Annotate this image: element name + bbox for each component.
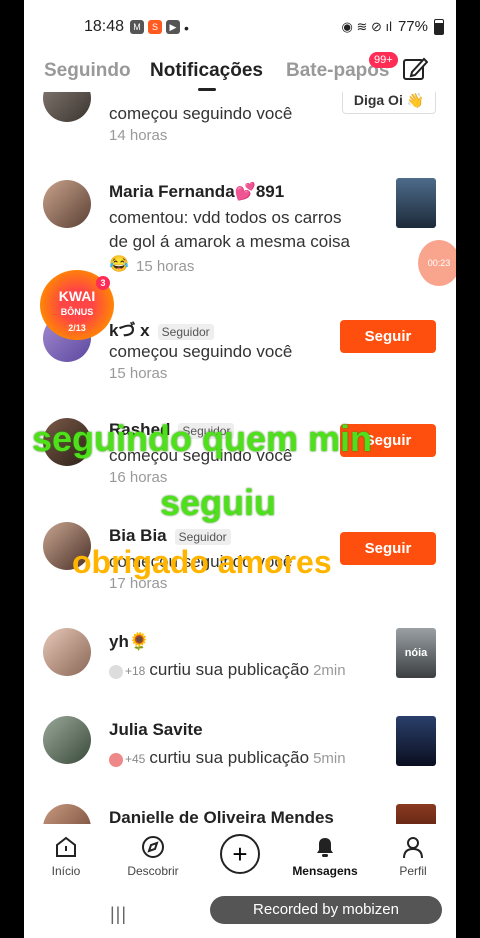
nav-home[interactable]: Início — [26, 834, 106, 878]
list-item[interactable]: yh🌻 +18 curtiu sua publicação 2min nóia — [24, 628, 456, 718]
nav-messages[interactable]: Mensagens — [285, 834, 365, 878]
list-item[interactable]: Julia Savite +45 curtiu sua publicação 5mi… — [24, 716, 456, 806]
status-app-icons: M S ▶ • — [130, 20, 189, 36]
avatar[interactable] — [43, 180, 91, 228]
kwai-subtitle: BÔNUS — [60, 307, 94, 317]
tab-following[interactable]: Seguindo — [44, 60, 131, 82]
nav-profile[interactable]: Perfil — [373, 834, 453, 878]
likers-count: +18 — [125, 664, 146, 678]
avatar[interactable] — [43, 92, 91, 122]
nav-home-label: Início — [51, 864, 81, 878]
app-m-icon: M — [130, 20, 144, 34]
kwai-title: KWAI — [58, 288, 96, 304]
liker-avatar — [109, 664, 123, 679]
compose-icon[interactable] — [402, 56, 428, 82]
emoji-icon: 😂 — [109, 256, 129, 273]
mobizen-record-bubble[interactable]: 00:23 — [418, 240, 456, 286]
recent-apps-button[interactable]: ||| — [110, 904, 127, 925]
active-tab-indicator — [198, 88, 216, 91]
overlay-text-green-1: seguindo quem min — [32, 418, 373, 459]
bottom-nav: Início Descobrir + Mensagens Perfil — [24, 824, 456, 890]
comment-line-2: de gol á amarok a mesma coisa — [109, 232, 350, 251]
post-thumbnail[interactable] — [396, 804, 436, 824]
nav-discover-label: Descobrir — [127, 864, 179, 878]
liker-avatar — [109, 752, 123, 767]
notification-text: começou seguindo você — [109, 104, 293, 123]
list-item[interactable]: Danielle de Oliveira Mendes — [24, 804, 456, 824]
user-name[interactable]: Danielle de Oliveira Mendes — [109, 808, 334, 824]
chats-badge: 99+ — [369, 52, 398, 68]
user-name-text: Bia Bia — [109, 526, 167, 545]
list-item[interactable]: começou seguindo você 14 horas Diga Oi 👋 — [24, 92, 456, 172]
post-thumbnail[interactable]: nóia — [396, 628, 436, 678]
notification-time: 15 horas — [136, 258, 195, 275]
notification-time: 15 horas — [109, 365, 168, 382]
home-icon — [56, 836, 76, 857]
notification-time: 5min — [313, 750, 346, 767]
avatar[interactable] — [43, 804, 91, 824]
user-name[interactable]: kづ x Seguidor — [109, 316, 214, 341]
bell-icon — [317, 838, 333, 857]
status-dot: • — [184, 20, 189, 36]
follower-tag: Seguidor — [157, 323, 214, 340]
tab-notifications[interactable]: Notificações — [150, 60, 263, 82]
battery-icon — [434, 18, 444, 35]
youtube-icon: ▶ — [166, 20, 180, 34]
kwai-bonus-widget[interactable]: 3 KWAI BÔNUS 2/13 — [40, 270, 114, 340]
status-bar: 18:48 M S ▶ • ◉ ≋ ⊘ ıl 77% — [24, 0, 456, 52]
kwai-progress: 2/13 — [68, 323, 86, 333]
likers-group: +18 — [109, 664, 145, 679]
app-s-icon: S — [148, 20, 162, 34]
notification-time: 16 horas — [109, 469, 168, 486]
overlay-text-green-2: seguiu — [160, 482, 277, 523]
nav-messages-label: Mensagens — [292, 864, 358, 878]
say-hi-button[interactable]: Diga Oi 👋 — [342, 92, 436, 114]
battery-percent: 77% — [397, 18, 428, 35]
like-line: +45 curtiu sua publicação 5min — [109, 748, 346, 768]
post-thumbnail[interactable] — [396, 716, 436, 766]
create-button[interactable]: + — [220, 834, 260, 874]
status-right: ◉ ≋ ⊘ ıl 77% — [341, 18, 444, 35]
notification-time: 2min — [313, 662, 346, 679]
avatar[interactable] — [43, 716, 91, 764]
nav-profile-label: Perfil — [399, 864, 427, 878]
notification-time: 14 horas — [109, 127, 168, 144]
follow-button[interactable]: Seguir — [340, 532, 436, 565]
notification-text: curtiu sua publicação — [149, 748, 310, 767]
kwai-count-badge: 3 — [96, 276, 110, 290]
status-signal-icons: ◉ ≋ ⊘ ıl — [341, 18, 392, 34]
likers-group: +45 — [109, 752, 145, 767]
user-name[interactable]: Julia Savite — [109, 720, 203, 740]
overlay-text-orange: obrigado amores — [72, 544, 332, 580]
user-name-text: kづ x — [109, 321, 150, 340]
recorded-by-watermark: Recorded by mobizen — [210, 896, 442, 924]
follow-button[interactable]: Seguir — [340, 320, 436, 353]
likers-count: +45 — [125, 752, 146, 766]
avatar[interactable] — [43, 628, 91, 676]
like-line: +18 curtiu sua publicação 2min — [109, 660, 346, 680]
list-item[interactable]: Maria Fernanda💕891 comentou: vdd todos o… — [24, 176, 456, 286]
phone-screen: 18:48 M S ▶ • ◉ ≋ ⊘ ıl 77% Seguindo Noti… — [24, 0, 456, 938]
user-name[interactable]: Maria Fernanda💕891 — [109, 182, 284, 202]
system-nav-bar: ||| Recorded by mobizen — [24, 890, 456, 938]
status-time: 18:48 — [84, 18, 125, 35]
notification-text: começou seguindo você — [109, 342, 293, 361]
profile-icon — [403, 837, 423, 859]
post-thumbnail[interactable] — [396, 178, 436, 228]
user-name[interactable]: yh🌻 — [109, 632, 150, 652]
nav-discover[interactable]: Descobrir — [113, 834, 193, 878]
user-name[interactable]: Bia Bia Seguidor — [109, 526, 231, 546]
notification-text: curtiu sua publicação — [149, 660, 310, 679]
comment-line-1: comentou: vdd todos os carros — [109, 208, 342, 227]
follower-tag: Seguidor — [174, 528, 231, 545]
compass-icon — [142, 836, 164, 858]
